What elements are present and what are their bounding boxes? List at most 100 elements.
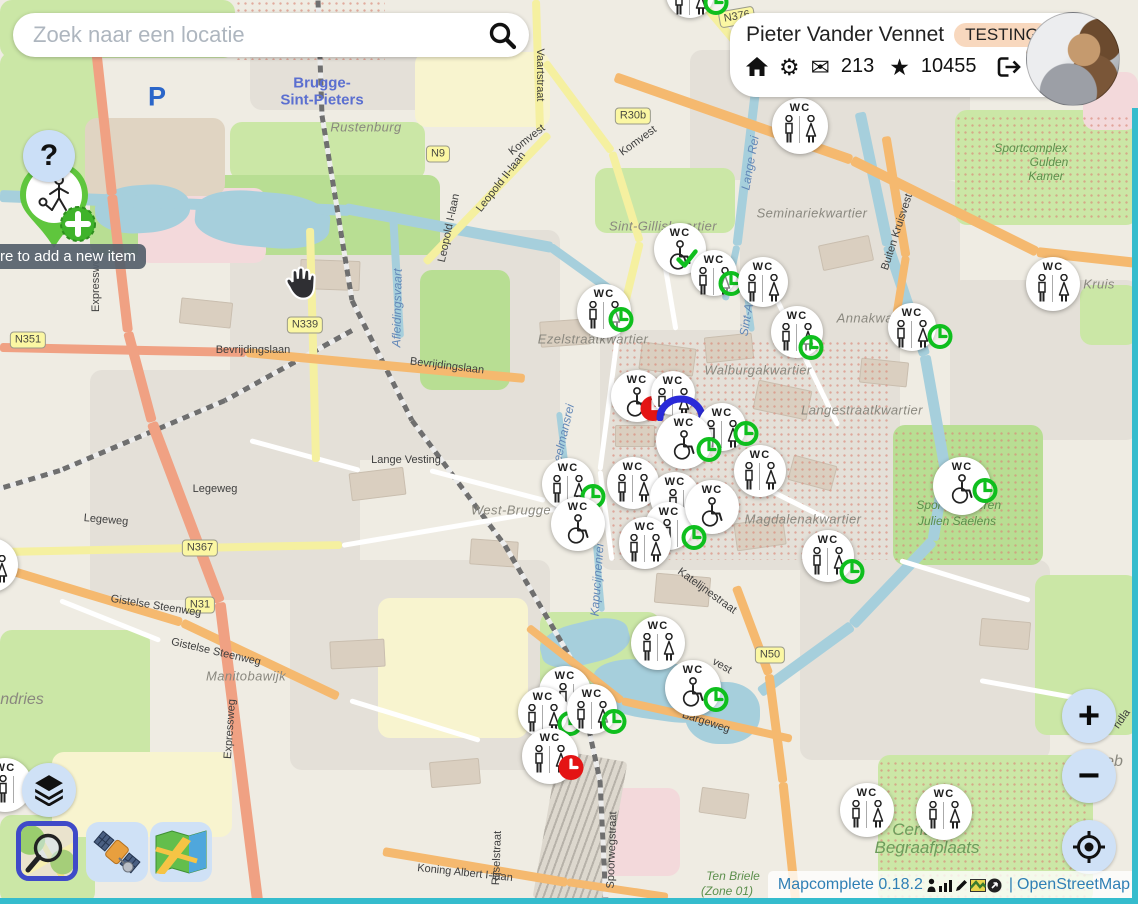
zoom-in-label: + — [1078, 697, 1100, 735]
attribution-separator: | — [1009, 876, 1013, 894]
background-map-icon[interactable] — [970, 879, 986, 892]
map-label: West-Brugge — [471, 503, 551, 518]
toilet-marker-label: WC — [533, 691, 554, 703]
restroom-figures-icon — [574, 701, 611, 731]
toilet-marker[interactable]: WC — [522, 728, 578, 784]
map-label: P — [148, 82, 166, 113]
map-label: Langestraatkwartier — [801, 403, 923, 418]
toilet-marker-label: WC — [934, 788, 955, 800]
map-label: Afleidingsvaart — [389, 269, 404, 348]
zoom-in-button[interactable]: + — [1062, 689, 1116, 743]
wheelchair-icon — [562, 514, 594, 545]
star-icon: ★ — [889, 56, 910, 78]
wheelchair-icon — [696, 497, 728, 528]
contributor-icon[interactable] — [926, 878, 937, 893]
toilet-marker-label: WC — [635, 521, 656, 533]
map-style-map-button[interactable] — [150, 822, 212, 882]
restroom-figures-icon — [615, 474, 652, 504]
mapcomplete-version-link[interactable]: Mapcomplete 0.18.2 — [778, 876, 923, 894]
toilet-marker[interactable]: WC — [933, 457, 991, 515]
map-canvas[interactable]: N376R30bN9N339N351N367N31N50PBrugge-Sint… — [0, 0, 1138, 904]
toilet-marker[interactable]: WC — [619, 517, 671, 569]
wheelchair-icon — [621, 387, 653, 418]
toilet-marker[interactable]: WC — [738, 257, 788, 307]
toilet-marker[interactable]: WC — [631, 616, 685, 670]
settings-gear-icon[interactable]: ⚙ — [779, 56, 800, 78]
user-avatar[interactable] — [1026, 12, 1120, 106]
zoom-out-button[interactable]: − — [1062, 749, 1116, 803]
map-res-patch — [800, 560, 1050, 760]
toilet-marker[interactable]: WC — [666, 0, 714, 18]
toilet-marker[interactable]: WC — [734, 445, 786, 497]
toilet-marker-label: WC — [818, 534, 839, 546]
toilet-marker[interactable]: WC — [551, 497, 605, 551]
toilet-marker[interactable]: WC — [771, 306, 823, 358]
toilet-marker[interactable]: WC — [840, 783, 894, 837]
wheelchair-icon — [677, 677, 709, 708]
map-style-satellite-button[interactable] — [86, 822, 148, 882]
restroom-figures-icon — [926, 801, 963, 831]
logout-icon[interactable] — [996, 56, 1021, 78]
toilet-marker[interactable]: WC — [665, 660, 721, 716]
toilet-marker-label: WC — [663, 375, 684, 387]
toilet-marker[interactable]: WC — [802, 530, 854, 582]
search-icon[interactable] — [487, 20, 517, 50]
messages-envelope-icon[interactable]: ✉ — [811, 56, 830, 78]
toilet-marker[interactable]: WC — [691, 250, 737, 296]
map-style-osm-button[interactable] — [16, 821, 78, 881]
toilet-marker-label: WC — [582, 688, 603, 700]
toilet-marker[interactable]: WC — [577, 284, 631, 338]
search-input[interactable] — [31, 21, 487, 49]
toilet-marker[interactable]: WC — [0, 538, 18, 592]
hand-grab-icon — [283, 264, 319, 309]
edit-pencil-icon[interactable] — [954, 878, 969, 893]
map-label: Julien Saelens — [918, 514, 996, 528]
toilet-marker[interactable]: WC — [772, 98, 828, 154]
toilet-marker[interactable]: WC — [1026, 257, 1080, 311]
restroom-figures-icon — [810, 547, 847, 577]
statistics-icon[interactable] — [938, 878, 953, 892]
toilet-marker[interactable]: WC — [888, 303, 936, 351]
toilet-marker-label: WC — [555, 670, 576, 682]
openstreetmap-link[interactable]: OpenStreetMap — [1017, 876, 1130, 894]
road-ref-pill: N351 — [10, 332, 46, 349]
search-bar — [13, 13, 529, 57]
toilet-marker[interactable]: WC — [567, 684, 617, 734]
magnifier-icon — [21, 826, 73, 876]
toilet-marker[interactable]: WC — [916, 784, 972, 840]
map-snd-patch — [415, 52, 550, 127]
toilet-marker-label: WC — [0, 542, 1, 554]
help-label: ? — [40, 139, 58, 173]
railway-line — [0, 468, 61, 491]
toilet-marker[interactable]: WC — [656, 413, 712, 469]
map-label: Lange Vesting — [371, 454, 441, 466]
map-label: Spoorwegstraat — [605, 811, 620, 888]
toilet-marker-label: WC — [558, 462, 579, 474]
road-white — [429, 468, 545, 503]
layers-button[interactable] — [22, 763, 76, 817]
map-blk-patch — [429, 758, 481, 788]
map-label: ndries — [0, 691, 44, 709]
toilet-marker-label: WC — [0, 762, 15, 774]
osm-carto-thumbnail — [21, 826, 73, 876]
toilet-marker[interactable]: WC — [685, 480, 739, 534]
road-ref-pill: N367 — [182, 540, 218, 557]
map-grn-patch — [1080, 285, 1138, 345]
home-icon[interactable] — [746, 57, 768, 77]
restroom-figures-icon — [779, 323, 816, 353]
wheelchair-icon — [946, 474, 978, 505]
toilet-marker-label: WC — [568, 501, 589, 513]
help-button[interactable]: ? — [23, 130, 75, 182]
restroom-figures-icon — [640, 633, 677, 663]
restroom-figures-icon — [1035, 274, 1072, 304]
toilet-marker-label: WC — [623, 461, 644, 473]
map-label: Manitobawijk — [206, 669, 286, 684]
geolocate-button[interactable] — [1062, 820, 1116, 874]
road-ref-pill: N9 — [426, 146, 450, 163]
map-label: Sportcomplex — [994, 141, 1067, 155]
user-name[interactable]: Pieter Vander Vennet — [746, 23, 944, 47]
toilet-marker-label: WC — [594, 288, 615, 300]
toilet-marker[interactable]: WC — [651, 371, 695, 415]
share-circle-icon[interactable] — [987, 878, 1002, 893]
toilet-marker-label: WC — [627, 374, 648, 386]
